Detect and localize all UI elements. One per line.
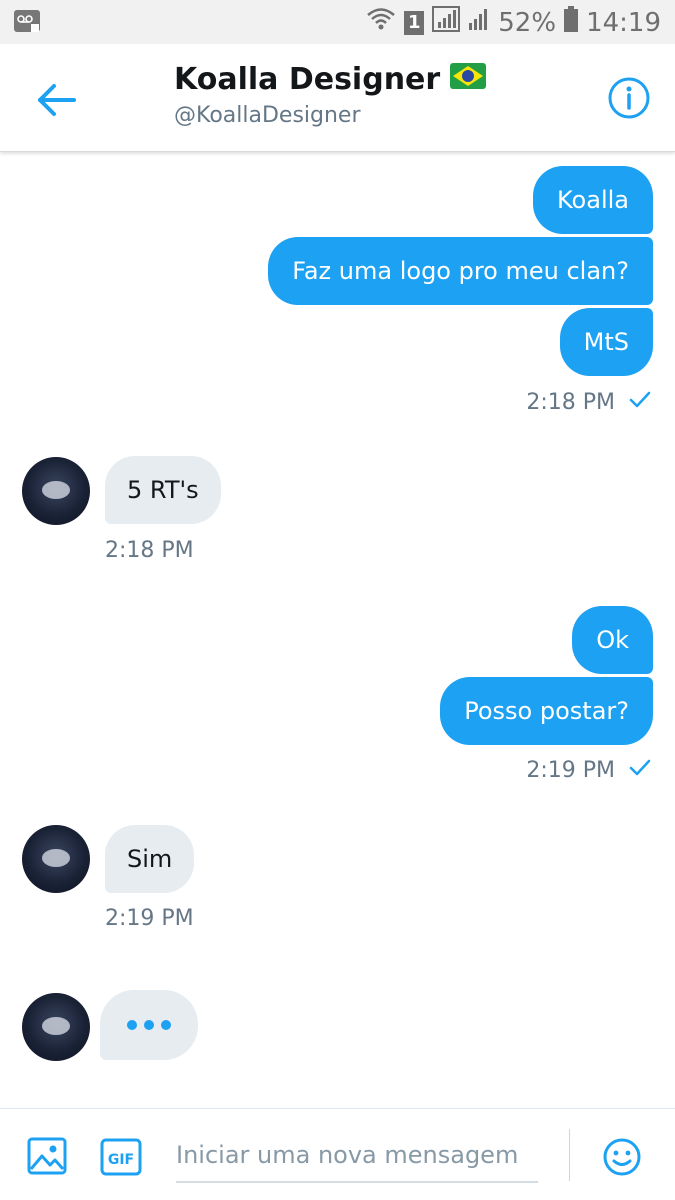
brazil-flag-icon: [450, 62, 487, 97]
outgoing-message[interactable]: Posso postar?: [440, 677, 653, 745]
signal-icon: [432, 6, 461, 39]
conversation-header: Koalla Designer @KoallaDesigner: [0, 44, 675, 152]
message-timestamp: 2:19 PM: [105, 906, 194, 931]
typing-dot: [144, 1020, 154, 1030]
message-input[interactable]: [176, 1129, 538, 1183]
divider: [569, 1129, 570, 1181]
signal-icon-secondary: [468, 7, 490, 38]
gif-icon[interactable]: GIF: [100, 1137, 142, 1177]
info-icon[interactable]: [607, 76, 651, 120]
battery-icon: [564, 6, 579, 39]
message-composer: GIF: [0, 1108, 675, 1200]
message-timestamp: 2:18 PM: [105, 538, 194, 563]
typing-indicator: [100, 990, 198, 1060]
status-bar: 1 52% 14:19: [0, 0, 675, 44]
conversation-title[interactable]: Koalla Designer @KoallaDesigner: [174, 62, 487, 128]
outgoing-message[interactable]: Koalla: [533, 166, 653, 234]
gif-label: GIF: [108, 1152, 134, 1168]
outgoing-message[interactable]: MtS: [559, 308, 653, 376]
clock: 14:19: [586, 7, 661, 38]
back-arrow-icon[interactable]: [32, 76, 80, 124]
sent-check-icon: [629, 390, 651, 415]
voicemail-icon: [14, 10, 40, 36]
contact-avatar[interactable]: [22, 825, 90, 893]
battery-percent: 52%: [498, 7, 557, 38]
message-timestamp: 2:18 PM: [526, 390, 651, 415]
outgoing-message[interactable]: Ok: [572, 606, 653, 674]
image-icon[interactable]: [27, 1136, 67, 1176]
incoming-message[interactable]: Sim: [105, 825, 195, 893]
outgoing-message[interactable]: Faz uma logo pro meu clan?: [268, 237, 653, 305]
emoji-icon[interactable]: [602, 1137, 642, 1177]
contact-handle: @KoallaDesigner: [174, 103, 361, 128]
sim-badge: 1: [404, 10, 425, 35]
incoming-message[interactable]: 5 RT's: [105, 456, 221, 524]
contact-avatar[interactable]: [22, 457, 90, 525]
contact-avatar[interactable]: [22, 993, 90, 1061]
typing-dot: [127, 1020, 137, 1030]
message-timestamp: 2:19 PM: [526, 758, 651, 783]
sent-check-icon: [629, 758, 651, 783]
contact-name: Koalla Designer: [174, 62, 441, 97]
wifi-icon: [366, 6, 396, 39]
typing-dot: [161, 1020, 171, 1030]
